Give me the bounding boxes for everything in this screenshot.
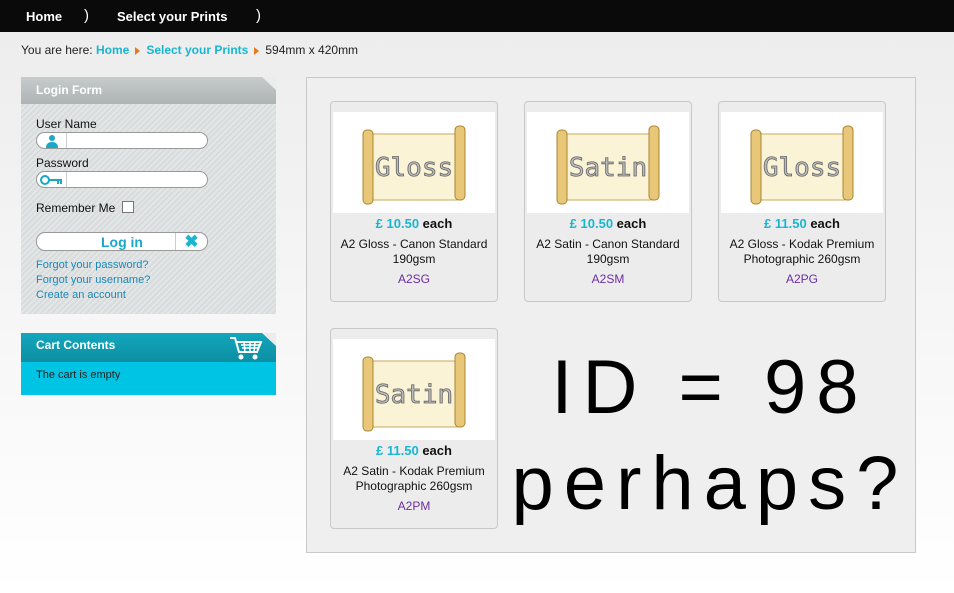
login-form: Login Form User Name Password Remember M…: [21, 77, 276, 314]
product-name: A2 Gloss - Kodak Premium Photographic 26…: [729, 237, 875, 266]
product-card[interactable]: Gloss £ 11.50 each A2 Gloss - Kodak Prem…: [718, 101, 886, 302]
overlay-line-2: perhaps?: [511, 441, 909, 526]
remember-me-label: Remember Me: [36, 201, 116, 215]
product-card[interactable]: Gloss £ 10.50 each A2 Gloss - Canon Stan…: [330, 101, 498, 302]
breadcrumb-home-link[interactable]: Home: [96, 43, 129, 57]
product-price: £ 11.50 each: [331, 443, 497, 458]
nav-select-prints-link[interactable]: Select your Prints: [117, 9, 228, 24]
password-label: Password: [36, 156, 89, 170]
login-button-label: Log in: [101, 234, 143, 250]
product-price-each: each: [810, 216, 840, 231]
login-form-title: Login Form: [21, 77, 276, 104]
product-image-text: Gloss: [375, 153, 453, 183]
product-price: £ 10.50 each: [525, 216, 691, 231]
scroll-icon: Gloss: [721, 112, 883, 213]
product-code: A2SM: [591, 272, 625, 286]
password-field[interactable]: [36, 171, 208, 188]
product-price-amount: £ 11.50: [376, 443, 419, 458]
username-label: User Name: [36, 117, 97, 131]
overlay-annotation: ID = 98 perhaps?: [505, 340, 915, 532]
product-price-each: each: [422, 443, 452, 458]
forgot-password-link[interactable]: Forgot your password?: [36, 259, 149, 271]
product-code: A2PG: [785, 272, 818, 286]
product-image-text: Satin: [375, 380, 453, 410]
username-field[interactable]: [36, 132, 208, 149]
cart-contents: Cart Contents The cart is empty: [21, 333, 276, 395]
top-nav: Home ) Select your Prints ): [0, 0, 954, 32]
product-price-each: each: [422, 216, 453, 231]
breadcrumb-prefix: You are here:: [21, 43, 93, 57]
scroll-icon: Gloss: [333, 112, 495, 213]
product-code: A2SG: [397, 272, 430, 286]
product-price-amount: £ 11.50: [764, 216, 807, 231]
product-price: £ 10.50 each: [331, 216, 497, 231]
shopping-cart-icon: [229, 335, 263, 364]
user-icon: [37, 133, 67, 148]
overlay-line-1: ID = 98: [551, 345, 869, 430]
product-price-each: each: [616, 216, 647, 231]
product-card[interactable]: Satin £ 11.50 each A2 Satin - Kodak Prem…: [330, 328, 498, 529]
remember-me-checkbox[interactable]: [122, 201, 134, 213]
product-image-text: Satin: [569, 153, 647, 183]
nav-separator: ): [84, 7, 89, 24]
breadcrumb-arrow-icon: [135, 46, 141, 55]
breadcrumb-prints-link[interactable]: Select your Prints: [146, 43, 248, 57]
product-code: A2PM: [397, 499, 431, 513]
nav-separator: ): [256, 7, 261, 24]
product-price-amount: £ 10.50: [375, 216, 420, 231]
nav-home-link[interactable]: Home: [26, 9, 62, 24]
breadcrumb-current: 594mm x 420mm: [265, 43, 359, 57]
product-image-text: Gloss: [763, 153, 841, 183]
product-name: A2 Satin - Canon Standard 190gsm: [536, 237, 680, 266]
product-name: A2 Gloss - Canon Standard 190gsm: [340, 237, 488, 266]
breadcrumb: You are here: Home Select your Prints 594m…: [21, 43, 358, 57]
breadcrumb-arrow-icon: [254, 46, 260, 55]
forgot-username-link[interactable]: Forgot your username?: [36, 274, 150, 286]
product-price: £ 11.50 each: [719, 216, 885, 231]
key-icon: [37, 172, 67, 187]
login-button[interactable]: Log in ✖: [36, 232, 208, 251]
product-price-amount: £ 10.50: [569, 216, 614, 231]
close-icon[interactable]: ✖: [175, 233, 207, 250]
cart-empty-text: The cart is empty: [36, 369, 121, 381]
create-account-link[interactable]: Create an account: [36, 289, 126, 301]
scroll-icon: Satin: [527, 112, 689, 213]
scroll-icon: Satin: [333, 339, 495, 440]
product-card[interactable]: Satin £ 10.50 each A2 Satin - Canon Stan…: [524, 101, 692, 302]
product-name: A2 Satin - Kodak Premium Photographic 26…: [343, 464, 485, 493]
